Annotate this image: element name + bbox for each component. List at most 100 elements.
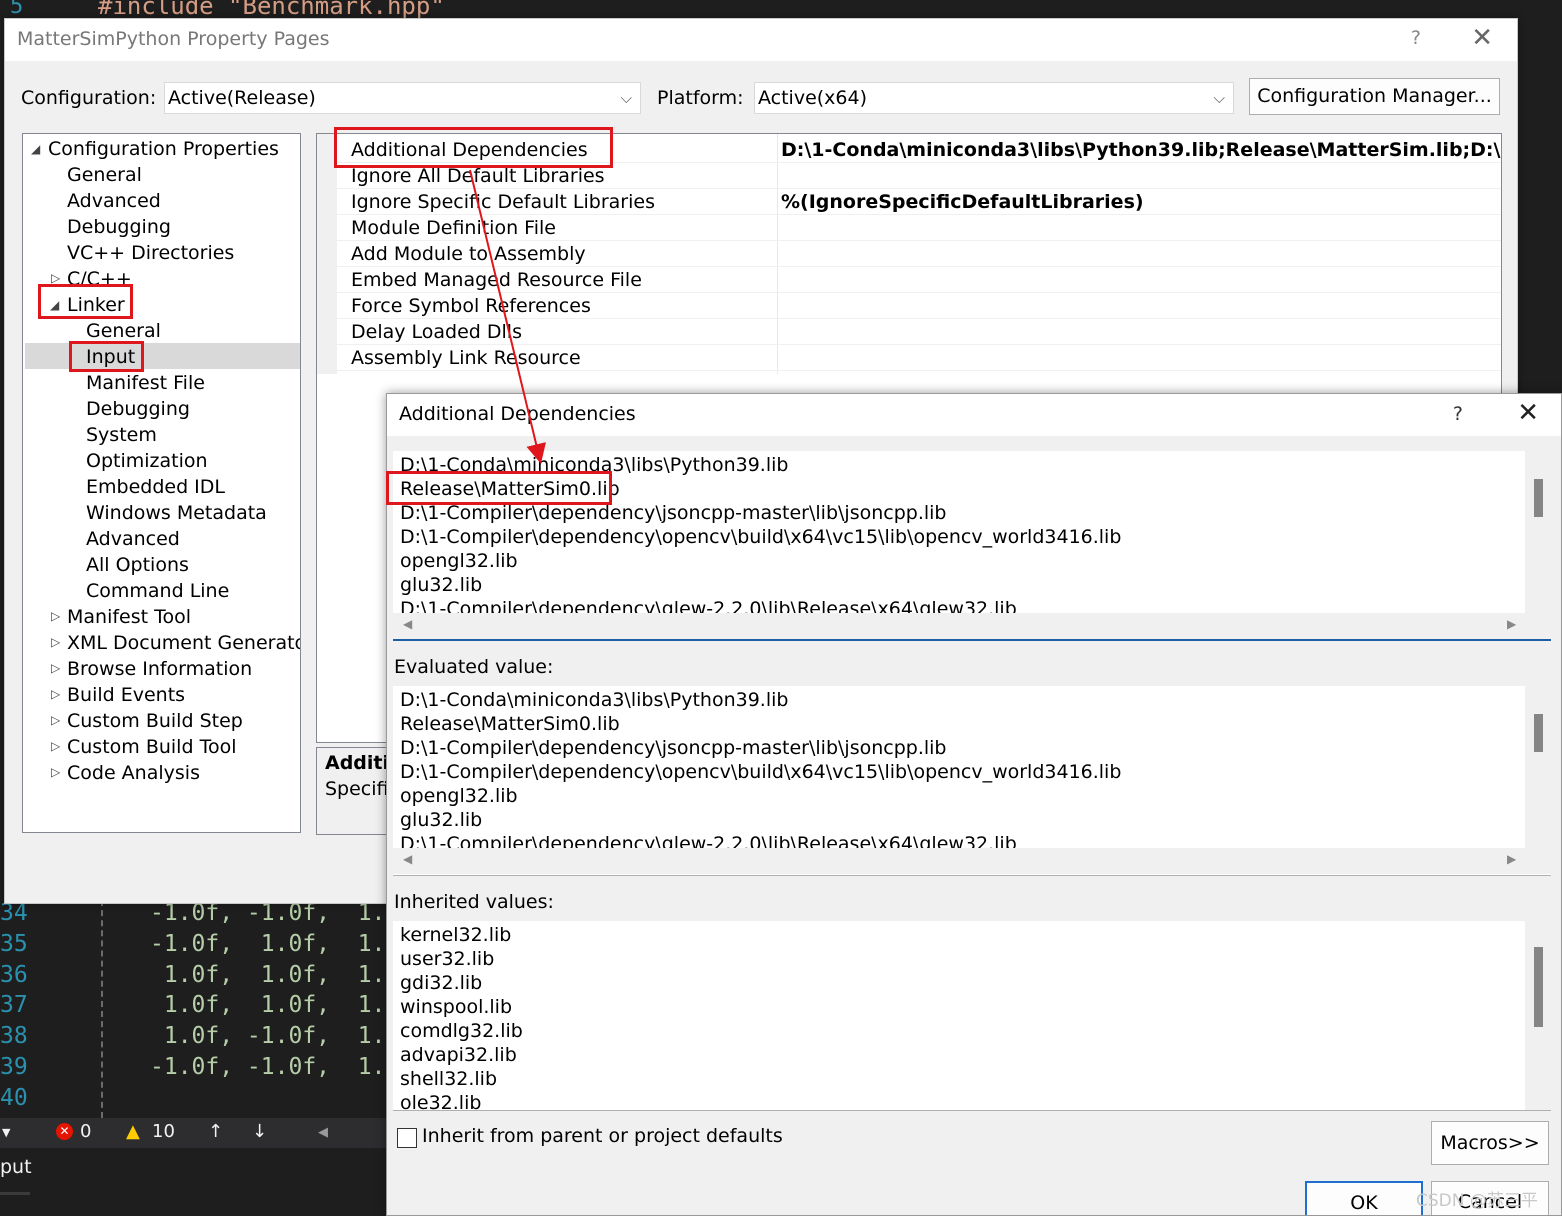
grid-row-module-definition-file[interactable]: Module Definition File bbox=[337, 215, 1501, 241]
error-icon[interactable]: ✕ bbox=[56, 1123, 73, 1140]
tree-item-browse-information[interactable]: Browse Information bbox=[67, 656, 252, 682]
platform-label: Platform: bbox=[657, 87, 744, 109]
close-button[interactable]: ✕ bbox=[1471, 23, 1493, 53]
inherit-checkbox-label[interactable]: Inherit from parent or project defaults bbox=[422, 1125, 783, 1147]
collapsed-arrow-icon[interactable]: ▷ bbox=[51, 661, 60, 675]
tree-item-manifest-tool[interactable]: Manifest Tool bbox=[67, 604, 191, 630]
down-arrow-icon[interactable]: ↓ bbox=[252, 1121, 267, 1142]
inherit-checkbox[interactable] bbox=[397, 1128, 417, 1148]
code-editor[interactable]: 34 -1.0f, -1.0f, 1. 35 -1.0f, 1.0f, 1. 36 … bbox=[0, 900, 386, 1118]
close-button[interactable]: ✕ bbox=[1517, 398, 1539, 428]
up-arrow-icon[interactable]: ↑ bbox=[208, 1121, 223, 1142]
tree-item-advanced[interactable]: Advanced bbox=[67, 188, 161, 214]
horizontal-scrollbar[interactable]: ◀ ▶ bbox=[393, 613, 1551, 639]
code-line: 38 1.0f, -1.0f, 1. bbox=[0, 1023, 386, 1049]
tree-item-optimization[interactable]: Optimization bbox=[86, 448, 208, 474]
grid-row-assembly-link-resource[interactable]: Assembly Link Resource bbox=[337, 345, 1501, 371]
scroll-left-icon[interactable]: ◀ bbox=[318, 1125, 328, 1140]
evaluated-line: D:\1-Compiler\dependency\opencv\build\x6… bbox=[400, 761, 1122, 783]
chevron-down-icon: ⌵ bbox=[1213, 89, 1225, 107]
collapsed-arrow-icon[interactable]: ▷ bbox=[51, 687, 60, 701]
tree-item-system[interactable]: System bbox=[86, 422, 157, 448]
expanded-arrow-icon[interactable]: ◢ bbox=[31, 142, 40, 156]
collapsed-arrow-icon[interactable]: ▷ bbox=[51, 271, 60, 285]
tree-item-code-analysis[interactable]: Code Analysis bbox=[67, 760, 200, 786]
tree-item-build-events[interactable]: Build Events bbox=[67, 682, 185, 708]
tree-item-general[interactable]: General bbox=[67, 162, 142, 188]
watermark: CSDN @苏三平 bbox=[1416, 1191, 1538, 1211]
scroll-left-icon[interactable]: ◀ bbox=[403, 617, 412, 631]
window-title: MatterSimPython Property Pages bbox=[17, 28, 330, 50]
tree-item-command-line[interactable]: Command Line bbox=[86, 578, 229, 604]
tree-item-embedded-idl[interactable]: Embedded IDL bbox=[86, 474, 225, 500]
grid-row-delay-loaded-dlls[interactable]: Delay Loaded Dlls bbox=[337, 319, 1501, 345]
warning-count[interactable]: 10 bbox=[152, 1121, 175, 1142]
property-pages-titlebar[interactable]: MatterSimPython Property Pages ? ✕ bbox=[5, 19, 1517, 61]
inherited-line: ole32.lib bbox=[400, 1092, 482, 1111]
tree-item-custom-build-tool[interactable]: Custom Build Tool bbox=[67, 734, 236, 760]
inherited-line: user32.lib bbox=[400, 948, 495, 970]
vertical-scrollbar[interactable] bbox=[1525, 921, 1551, 1110]
platform-select[interactable]: Active(x64) ⌵ bbox=[754, 82, 1234, 114]
configuration-select[interactable]: Active(Release) ⌵ bbox=[164, 82, 641, 114]
tree-item-linker-advanced[interactable]: Advanced bbox=[86, 526, 180, 552]
inherited-values-label: Inherited values: bbox=[394, 891, 554, 913]
collapsed-arrow-icon[interactable]: ▷ bbox=[51, 739, 60, 753]
code-line: 34 -1.0f, -1.0f, 1. bbox=[0, 900, 386, 926]
tree-item-vc-directories[interactable]: VC++ Directories bbox=[67, 240, 234, 266]
dependency-line[interactable]: opengl32.lib bbox=[400, 549, 1121, 573]
evaluated-line: glu32.lib bbox=[400, 809, 483, 831]
tree-item-manifest-file[interactable]: Manifest File bbox=[86, 370, 205, 396]
dialog-titlebar[interactable]: Additional Dependencies ? ✕ bbox=[387, 394, 1561, 436]
scroll-thumb[interactable] bbox=[1534, 714, 1543, 752]
dropdown-icon[interactable]: ▼ bbox=[2, 1126, 10, 1139]
tree-item-linker-debugging[interactable]: Debugging bbox=[86, 396, 190, 422]
tree-item-custom-build-step[interactable]: Custom Build Step bbox=[67, 708, 243, 734]
inherited-values-box[interactable]: kernel32.lib user32.lib gdi32.lib winspo… bbox=[393, 921, 1551, 1111]
code-line: 40 bbox=[0, 1085, 28, 1111]
property-tree[interactable]: ◢ Configuration Properties General Advan… bbox=[22, 133, 301, 833]
highlight-linker bbox=[38, 284, 133, 319]
dependency-line[interactable]: glu32.lib bbox=[400, 573, 1121, 597]
output-panel: put bbox=[0, 1148, 386, 1216]
vertical-scrollbar[interactable] bbox=[1525, 451, 1551, 613]
inherited-line: kernel32.lib bbox=[400, 924, 512, 946]
ok-button[interactable]: OK bbox=[1305, 1181, 1423, 1215]
tree-item-windows-metadata[interactable]: Windows Metadata bbox=[86, 500, 267, 526]
evaluated-value-box[interactable]: D:\1-Conda\miniconda3\libs\Python39.lib … bbox=[393, 686, 1551, 876]
help-button[interactable]: ? bbox=[1411, 27, 1421, 49]
tree-item-xml-doc-generator[interactable]: XML Document Generator bbox=[67, 630, 300, 656]
grid-row-add-module-to-assembly[interactable]: Add Module to Assembly bbox=[337, 241, 1501, 267]
inherited-line: comdlg32.lib bbox=[400, 1020, 523, 1042]
code-line: 39 -1.0f, -1.0f, 1. bbox=[0, 1054, 386, 1080]
collapsed-arrow-icon[interactable]: ▷ bbox=[51, 765, 60, 779]
evaluated-lines: D:\1-Conda\miniconda3\libs\Python39.lib … bbox=[400, 688, 1121, 856]
tree-item-all-options[interactable]: All Options bbox=[86, 552, 189, 578]
inherited-line: winspool.lib bbox=[400, 996, 513, 1018]
help-button[interactable]: ? bbox=[1453, 403, 1463, 425]
evaluated-line: Release\MatterSim0.lib bbox=[400, 713, 620, 735]
platform-value: Active(x64) bbox=[758, 87, 868, 109]
code-text: #include "Benchmark.hpp" bbox=[98, 0, 445, 18]
scroll-thumb[interactable] bbox=[1534, 947, 1543, 1027]
horizontal-scrollbar[interactable]: ◀ ▶ bbox=[393, 848, 1551, 874]
grid-row-ignore-specific-default-libraries[interactable]: Ignore Specific Default Libraries %(Ignor… bbox=[337, 189, 1501, 215]
error-count[interactable]: 0 bbox=[80, 1121, 91, 1142]
scroll-left-icon[interactable]: ◀ bbox=[403, 852, 412, 866]
scroll-right-icon[interactable]: ▶ bbox=[1507, 617, 1516, 631]
collapsed-arrow-icon[interactable]: ▷ bbox=[51, 713, 60, 727]
tree-item-debugging[interactable]: Debugging bbox=[67, 214, 171, 240]
collapsed-arrow-icon[interactable]: ▷ bbox=[51, 635, 60, 649]
grid-row-embed-managed-resource-file[interactable]: Embed Managed Resource File bbox=[337, 267, 1501, 293]
output-tab[interactable]: put bbox=[0, 1156, 32, 1178]
collapsed-arrow-icon[interactable]: ▷ bbox=[51, 609, 60, 623]
grid-row-force-symbol-references[interactable]: Force Symbol References bbox=[337, 293, 1501, 319]
macros-button[interactable]: Macros>> bbox=[1431, 1121, 1549, 1165]
configuration-manager-button[interactable]: Configuration Manager... bbox=[1249, 78, 1500, 115]
warning-icon[interactable]: ▲ bbox=[126, 1121, 140, 1142]
dependency-line[interactable]: D:\1-Compiler\dependency\opencv\build\x6… bbox=[400, 525, 1121, 549]
scroll-right-icon[interactable]: ▶ bbox=[1507, 852, 1516, 866]
vertical-scrollbar[interactable] bbox=[1525, 686, 1551, 848]
tree-item-configuration-properties[interactable]: Configuration Properties bbox=[48, 136, 279, 162]
scroll-thumb[interactable] bbox=[1534, 479, 1543, 517]
